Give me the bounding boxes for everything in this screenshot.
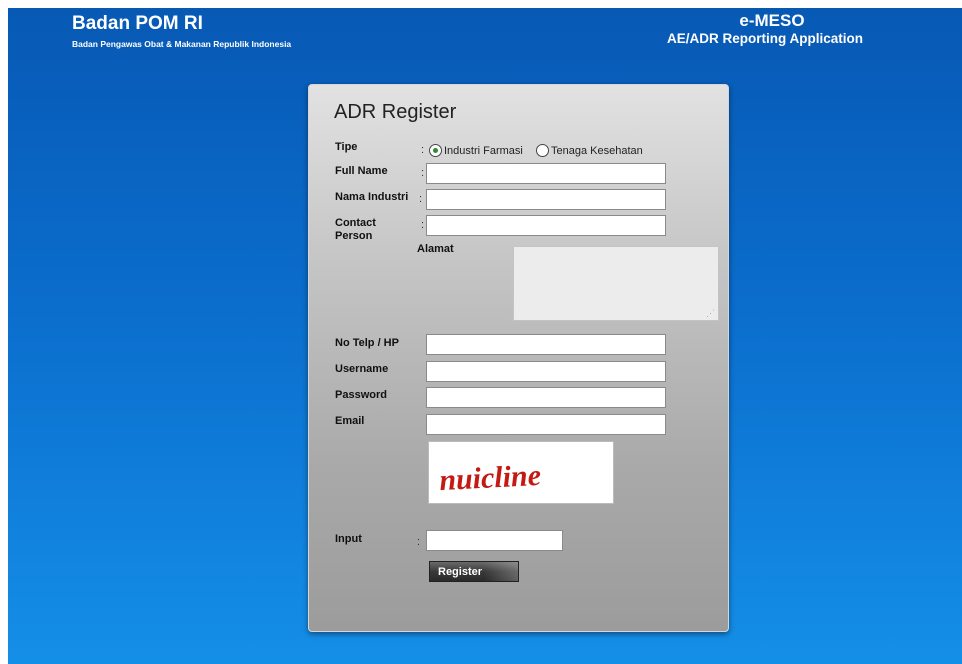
input-colon: : bbox=[417, 536, 421, 548]
no-telp-input[interactable] bbox=[426, 334, 666, 355]
captcha-graphic: nuicline bbox=[438, 459, 541, 497]
form-title: ADR Register bbox=[334, 101, 457, 123]
app-title: e-MESO bbox=[739, 11, 805, 30]
tipe-colon: : bbox=[421, 144, 425, 156]
email-input[interactable] bbox=[426, 414, 666, 435]
app-subtitle: AE/ADR Reporting Application bbox=[667, 31, 863, 46]
brand-title: Badan POM RI bbox=[72, 13, 203, 34]
page-background: Badan POM RI Badan Pengawas Obat & Makan… bbox=[8, 8, 962, 664]
full-name-input[interactable] bbox=[426, 163, 666, 184]
captcha-input[interactable] bbox=[426, 530, 563, 551]
captcha-image: nuicline bbox=[428, 441, 614, 504]
username-input[interactable] bbox=[426, 361, 666, 382]
tipe-label: Tipe bbox=[335, 141, 358, 153]
no-telp-label: No Telp / HP bbox=[335, 337, 399, 349]
resize-grip-icon[interactable]: ⋰ bbox=[706, 309, 715, 318]
brand-subtitle: Badan Pengawas Obat & Makanan Republik I… bbox=[72, 39, 292, 49]
register-button-label: Register bbox=[438, 565, 483, 578]
username-label: Username bbox=[335, 363, 389, 375]
alamat-textarea[interactable]: ⋰ bbox=[513, 246, 719, 321]
nama-industri-colon: : bbox=[419, 193, 423, 205]
register-button[interactable]: Register bbox=[429, 561, 519, 582]
contact-person-label: Contact Person bbox=[335, 217, 376, 242]
nama-industri-input[interactable] bbox=[426, 189, 666, 210]
contact-person-input[interactable] bbox=[426, 215, 666, 236]
radio-tenaga-kesehatan[interactable]: Tenaga Kesehatan bbox=[536, 144, 643, 157]
radio-checked-icon[interactable] bbox=[429, 144, 442, 157]
full-name-label: Full Name bbox=[335, 165, 388, 177]
input-label: Input bbox=[335, 533, 362, 545]
full-name-colon: : bbox=[421, 167, 425, 179]
nama-industri-label: Nama Industri bbox=[335, 191, 409, 203]
alamat-label: Alamat bbox=[417, 243, 454, 255]
password-input[interactable] bbox=[426, 387, 666, 408]
captcha-text: nuicline bbox=[438, 459, 541, 497]
password-label: Password bbox=[335, 389, 387, 401]
radio-industri-farmasi[interactable]: Industri Farmasi bbox=[429, 144, 523, 157]
button-shine bbox=[484, 562, 518, 581]
radio-tenaga-kesehatan-label: Tenaga Kesehatan bbox=[551, 144, 643, 157]
register-panel: ADR Register Tipe : Industri Farmasi Ten… bbox=[308, 84, 729, 632]
contact-person-colon: : bbox=[421, 219, 425, 231]
radio-unchecked-icon[interactable] bbox=[536, 144, 549, 157]
radio-industri-farmasi-label: Industri Farmasi bbox=[444, 144, 523, 157]
email-label: Email bbox=[335, 415, 365, 427]
